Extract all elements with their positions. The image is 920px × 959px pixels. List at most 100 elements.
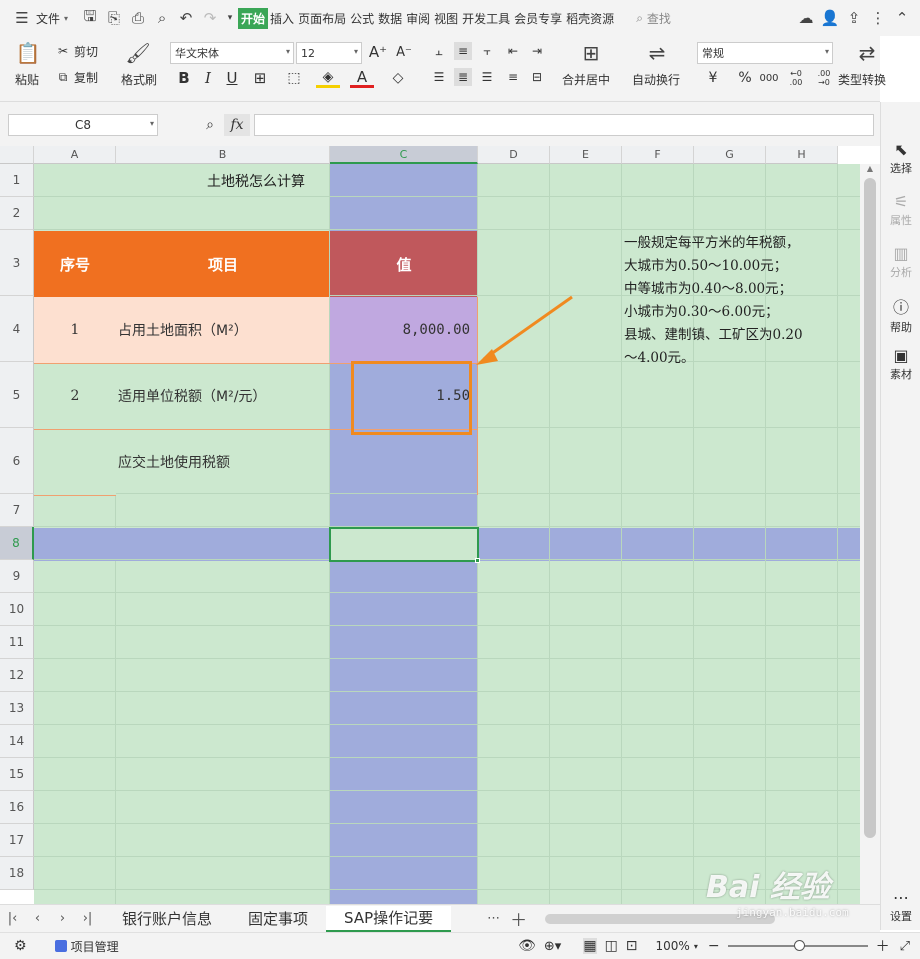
- copy-button[interactable]: 复制: [74, 68, 98, 86]
- column-header-e[interactable]: E: [550, 146, 622, 164]
- select-tool[interactable]: ⬉ 选择: [881, 140, 920, 176]
- insert-function-button[interactable]: fx: [224, 114, 250, 136]
- row-header-13[interactable]: 13: [0, 692, 34, 725]
- column-header-h[interactable]: H: [766, 146, 838, 164]
- clear-format-icon[interactable]: ◇: [386, 68, 410, 88]
- eye-icon[interactable]: 👁: [518, 938, 536, 954]
- export-pdf-icon[interactable]: ⎘: [102, 6, 126, 30]
- row-header-17[interactable]: 17: [0, 824, 34, 857]
- first-sheet-icon[interactable]: |‹: [0, 911, 25, 926]
- row-header-1[interactable]: 1: [0, 164, 34, 197]
- cell-b4[interactable]: 占用土地面积（M²）: [118, 297, 328, 363]
- search-icon[interactable]: ⌕: [634, 11, 645, 26]
- page-layout-view-icon[interactable]: ◫: [605, 938, 618, 954]
- tab-review[interactable]: 审阅: [404, 10, 432, 27]
- cut-icon[interactable]: ✂: [54, 42, 72, 60]
- next-sheet-icon[interactable]: ›: [50, 911, 75, 926]
- print-preview-icon[interactable]: ⌕: [150, 6, 174, 30]
- scroll-up-icon[interactable]: ▲: [860, 164, 880, 178]
- distributed-icon[interactable]: ⊟: [528, 68, 546, 86]
- name-box[interactable]: C8 ▾: [8, 114, 158, 136]
- wrap-text-button[interactable]: 自动换行: [632, 70, 680, 88]
- column-header-f[interactable]: F: [622, 146, 694, 164]
- column-header-c[interactable]: C: [330, 146, 478, 164]
- thousands-button[interactable]: 000: [758, 68, 780, 88]
- user-icon[interactable]: 👤: [818, 6, 842, 30]
- row-header-12[interactable]: 12: [0, 659, 34, 692]
- paste-button[interactable]: 粘贴: [10, 70, 44, 88]
- row-header-8[interactable]: 8: [0, 527, 34, 560]
- paste-icon[interactable]: 📋: [16, 40, 41, 66]
- sheet-tab-fixed[interactable]: 固定事项: [230, 906, 326, 932]
- cell-b6[interactable]: 应交土地使用税额: [118, 429, 328, 495]
- cloud-icon[interactable]: ☁: [794, 6, 818, 30]
- project-manage-button[interactable]: 项目管理: [71, 938, 119, 955]
- settings-tool[interactable]: ⋯ 设置: [881, 888, 920, 924]
- analysis-tool[interactable]: ▥ 分析: [881, 244, 920, 280]
- row-header-16[interactable]: 16: [0, 791, 34, 824]
- hamburger-menu-icon[interactable]: ☰: [10, 6, 34, 30]
- borders-icon[interactable]: ⊞: [248, 68, 272, 88]
- normal-view-icon[interactable]: ▦: [583, 938, 597, 954]
- type-convert-button[interactable]: 类型转换: [838, 70, 886, 88]
- underline-button[interactable]: U: [222, 68, 242, 88]
- header-cell-c3[interactable]: 值: [330, 231, 478, 297]
- prev-sheet-icon[interactable]: ‹: [25, 911, 50, 926]
- font-family-select[interactable]: 华文宋体 ▾: [170, 42, 294, 64]
- tab-insert[interactable]: 插入: [268, 10, 296, 27]
- percent-button[interactable]: %: [736, 68, 754, 88]
- zoom-out-icon[interactable]: −: [708, 938, 720, 954]
- zoom-dropdown-icon[interactable]: ▾: [694, 942, 698, 951]
- align-right-icon[interactable]: ☰: [478, 68, 496, 86]
- page-break-view-icon[interactable]: ⊡: [626, 938, 638, 954]
- bold-button[interactable]: B: [174, 68, 194, 88]
- share-icon[interactable]: ⇪: [842, 6, 866, 30]
- column-header-d[interactable]: D: [478, 146, 550, 164]
- wrap-text-icon[interactable]: ⇌: [644, 40, 670, 66]
- row-header-11[interactable]: 11: [0, 626, 34, 659]
- title-cell-b1[interactable]: 土地税怎么计算: [116, 164, 396, 197]
- row-header-7[interactable]: 7: [0, 494, 34, 527]
- more-sheets-icon[interactable]: ⋯: [481, 911, 506, 926]
- menu-file[interactable]: 文件: [34, 10, 62, 27]
- row-header-4[interactable]: 4: [0, 296, 34, 362]
- zoom-slider-thumb[interactable]: [793, 940, 805, 951]
- font-color-icon[interactable]: A: [350, 68, 374, 88]
- column-header-a[interactable]: A: [34, 146, 116, 164]
- row-header-6[interactable]: 6: [0, 428, 34, 494]
- zoom-slider[interactable]: [727, 940, 868, 951]
- dropdown-icon[interactable]: ▾: [62, 14, 70, 23]
- indent-increase-icon[interactable]: ⇥: [528, 42, 546, 60]
- tab-developer[interactable]: 开发工具: [460, 10, 512, 27]
- tab-page-layout[interactable]: 页面布局: [296, 10, 348, 27]
- header-cell-a3[interactable]: 序号: [34, 231, 116, 297]
- more-icon[interactable]: ⋮: [866, 6, 890, 30]
- type-convert-icon[interactable]: ⇄: [854, 40, 880, 66]
- more-dropdown-icon[interactable]: ▾: [222, 6, 238, 30]
- align-top-icon[interactable]: ⫠: [430, 42, 448, 60]
- cell-a5[interactable]: 2: [34, 363, 116, 429]
- cell-c4[interactable]: 8,000.00: [330, 297, 470, 363]
- fill-style-icon[interactable]: ⬚: [282, 68, 306, 88]
- row-header-3[interactable]: 3: [0, 230, 34, 296]
- indent-decrease-icon[interactable]: ⇤: [504, 42, 522, 60]
- row-header-2[interactable]: 2: [0, 197, 34, 230]
- cut-button[interactable]: 剪切: [74, 42, 98, 60]
- formula-input[interactable]: [254, 114, 874, 136]
- column-header-g[interactable]: G: [694, 146, 766, 164]
- copy-icon[interactable]: ⧉: [54, 68, 72, 86]
- number-format-select[interactable]: 常规 ▾: [697, 42, 833, 64]
- tab-member[interactable]: 会员专享: [512, 10, 564, 27]
- tab-data[interactable]: 数据: [376, 10, 404, 27]
- zoom-level[interactable]: 100%: [656, 939, 690, 953]
- macro-icon[interactable]: ⚙: [14, 938, 27, 954]
- fullscreen-icon[interactable]: ⤢: [900, 939, 910, 954]
- tab-home[interactable]: 开始: [238, 7, 269, 29]
- help-tool[interactable]: ⓘ 帮助: [881, 294, 920, 335]
- merge-center-button[interactable]: 合并居中: [562, 70, 610, 88]
- italic-button[interactable]: I: [198, 68, 218, 88]
- search-button[interactable]: 查找: [645, 10, 673, 27]
- header-cell-b3[interactable]: 项目: [116, 231, 330, 297]
- align-center-icon[interactable]: ≣: [454, 68, 472, 86]
- sheet-tab-bank[interactable]: 银行账户信息: [104, 906, 230, 932]
